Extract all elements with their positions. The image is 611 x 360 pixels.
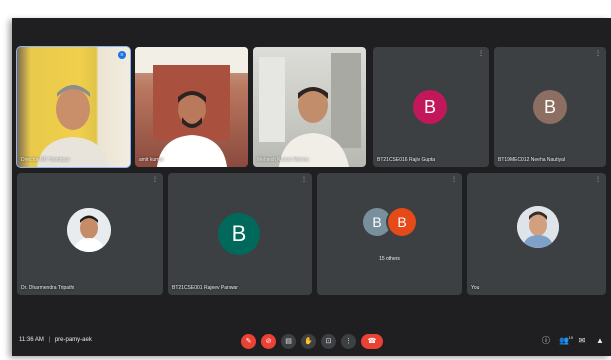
raise-hand-icon: ✋ <box>304 338 313 345</box>
present-button[interactable]: ⊡ <box>321 334 336 349</box>
participant-tile[interactable]: ≡ Director NIT Hamirpur <box>16 46 131 168</box>
meeting-code: pre-pamy-aek <box>54 337 92 343</box>
people-button[interactable]: 👥 19 <box>558 335 573 347</box>
others-count-label: 15 others <box>379 256 400 262</box>
participant-video <box>17 47 130 167</box>
participant-name: You <box>471 285 480 291</box>
speaking-indicator-icon: ≡ <box>118 51 126 59</box>
captions-icon: ▤ <box>285 338 292 345</box>
participant-tile[interactable]: ⋮ B BT19MEC012 Neeha Nautiyal <box>494 47 606 167</box>
more-icon[interactable]: ⋮ <box>451 177 457 183</box>
activities-icon: ▲ <box>596 336 604 345</box>
camera-off-button[interactable]: ⊘ <box>261 334 276 349</box>
chat-icon: ✉ <box>578 336 586 345</box>
more-options-icon: ⋮ <box>345 338 352 345</box>
meeting-controls-bar: 11:36 AM | pre-pamy-aek ✎ ⊘ ▤ ✋ ⊡ ⋮ ☎ ⓘ … <box>12 326 611 356</box>
meet-window: ≡ Director NIT Hamirpur amit kumar Mehle… <box>12 18 611 356</box>
participant-tile[interactable]: ⋮ Dr. Dharmendra Tripathi <box>17 173 163 295</box>
participant-tile[interactable]: ⋮ B BT21CSE016 Rajiv Gupta <box>373 47 489 167</box>
people-count-badge: 19 <box>568 335 573 340</box>
others-tile[interactable]: ⋮ B B 15 others <box>317 173 462 295</box>
avatar <box>517 206 559 248</box>
avatar: B <box>363 208 391 236</box>
info-button[interactable]: ⓘ <box>540 335 552 347</box>
meeting-time: 11:36 AM <box>19 337 44 343</box>
avatar: B <box>533 90 567 124</box>
participant-name: Director NIT Hamirpur <box>21 157 70 163</box>
activities-button[interactable]: ▲ <box>594 335 606 347</box>
avatar: B <box>218 213 260 255</box>
chat-button[interactable]: ✉ <box>576 335 588 347</box>
participant-name: Mehlesh Kumar Meena <box>257 157 309 163</box>
more-icon[interactable]: ⋮ <box>152 177 158 183</box>
more-icon[interactable]: ⋮ <box>595 51 601 57</box>
camera-off-icon: ⊘ <box>265 338 272 345</box>
participant-tile[interactable]: amit kumar <box>135 47 248 167</box>
participant-name: amit kumar <box>139 157 164 163</box>
more-options-button[interactable]: ⋮ <box>341 334 356 349</box>
avatar <box>67 208 111 252</box>
captions-button[interactable]: ▤ <box>281 334 296 349</box>
participant-tile[interactable]: Mehlesh Kumar Meena <box>253 47 366 167</box>
raise-hand-button[interactable]: ✋ <box>301 334 316 349</box>
avatar: B <box>388 208 416 236</box>
participant-video <box>135 47 248 167</box>
participant-video <box>253 47 366 167</box>
participant-name: BT21CSE001 Rajeev Panwar <box>172 285 238 291</box>
separator: | <box>48 337 51 343</box>
mic-off-button[interactable]: ✎ <box>241 334 256 349</box>
leave-call-icon: ☎ <box>367 338 377 345</box>
more-icon[interactable]: ⋮ <box>595 177 601 183</box>
participant-name: Dr. Dharmendra Tripathi <box>21 285 75 291</box>
mic-off-icon: ✎ <box>245 338 252 345</box>
info-icon: ⓘ <box>542 336 550 345</box>
more-icon[interactable]: ⋮ <box>478 51 484 57</box>
avatar: B <box>413 90 447 124</box>
people-icon: 👥 <box>559 336 569 345</box>
leave-call-button[interactable]: ☎ <box>361 334 383 349</box>
meeting-info: 11:36 AM | pre-pamy-aek <box>19 337 92 343</box>
participant-tile[interactable]: ⋮ B BT21CSE001 Rajeev Panwar <box>168 173 312 295</box>
participant-name: BT21CSE016 Rajiv Gupta <box>377 157 436 163</box>
participant-name: BT19MEC012 Neeha Nautiyal <box>498 157 565 163</box>
participant-tile[interactable]: ⋮ You <box>467 173 606 295</box>
present-icon: ⊡ <box>325 338 332 345</box>
more-icon[interactable]: ⋮ <box>301 177 307 183</box>
